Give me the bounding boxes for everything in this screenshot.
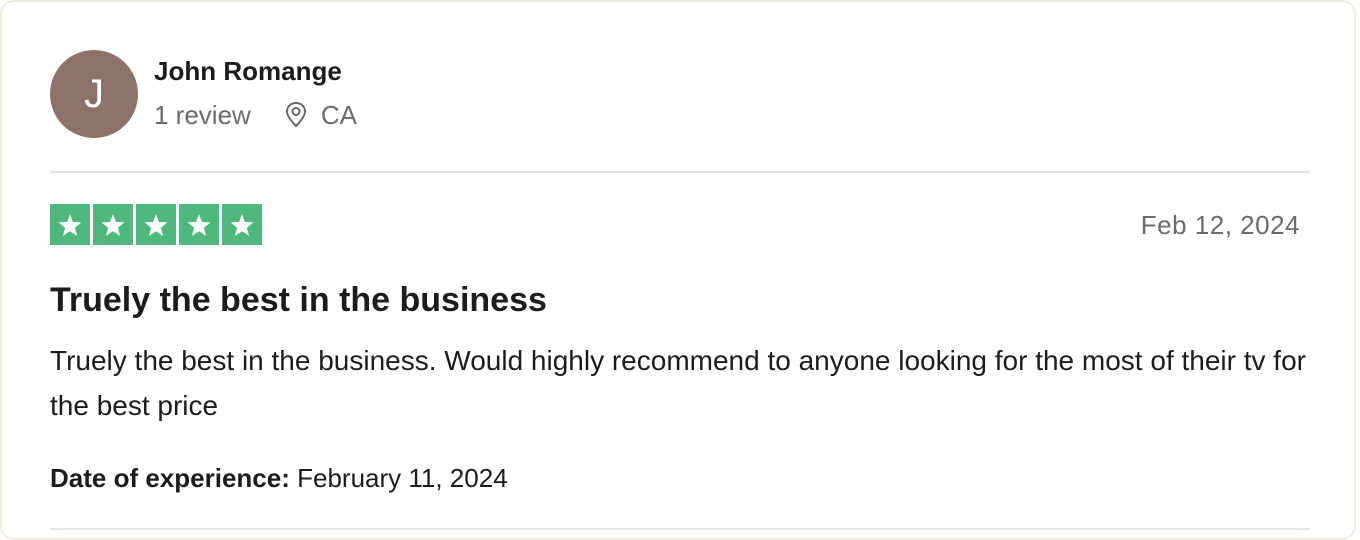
review-card: J John Romange 1 review CA Feb 12, 2024 … [0,0,1356,540]
experience-label: Date of experience: [50,463,290,493]
reviewer-location: CA [320,100,357,130]
header-divider [50,171,1310,173]
avatar[interactable]: J [50,50,138,138]
star-icon [179,204,219,245]
review-body: Truely the best in the business. Would h… [50,345,1306,421]
footer-divider [50,528,1310,530]
reviewer-name[interactable]: John Romange [154,56,357,86]
star-icon [136,204,176,245]
location-pin-icon [283,100,309,130]
reviewer-meta: 1 review CA [154,100,357,130]
star-icon [50,204,90,245]
experience-date: February 11, 2024 [297,463,508,493]
star-rating [50,204,262,245]
reviewer-header: J John Romange 1 review CA [50,50,357,140]
date-of-experience: Date of experience: February 11, 2024 [50,462,508,494]
star-icon [222,204,262,245]
star-icon [93,204,133,245]
reviewer-info: John Romange 1 review CA [154,50,357,130]
avatar-initial: J [84,71,104,116]
review-title[interactable]: Truely the best in the business [50,280,547,320]
review-count: 1 review [154,100,251,130]
review-date: Feb 12, 2024 [1140,210,1300,240]
